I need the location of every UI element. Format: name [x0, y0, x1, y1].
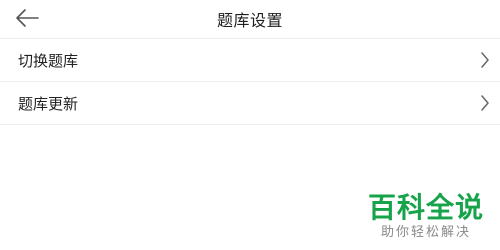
chevron-right-icon — [481, 95, 489, 111]
page-title: 题库设置 — [216, 11, 283, 30]
settings-item-label: 题库更新 — [18, 95, 79, 113]
settings-item-update-bank[interactable]: 题库更新 — [0, 82, 500, 125]
watermark-subtitle: 助你轻松解决 — [380, 225, 471, 240]
settings-item-label: 切换题库 — [18, 52, 79, 70]
watermark-logo: 百科全说 助你轻松解决 — [366, 192, 486, 242]
settings-screen: 题库设置 切换题库 题库更新 百科全说 助你轻松解决 — [0, 0, 500, 250]
watermark-title: 百科全说 — [367, 191, 484, 224]
settings-item-switch-bank[interactable]: 切换题库 — [0, 39, 500, 82]
chevron-right-icon — [481, 52, 489, 68]
top-bar: 题库设置 — [0, 0, 500, 39]
